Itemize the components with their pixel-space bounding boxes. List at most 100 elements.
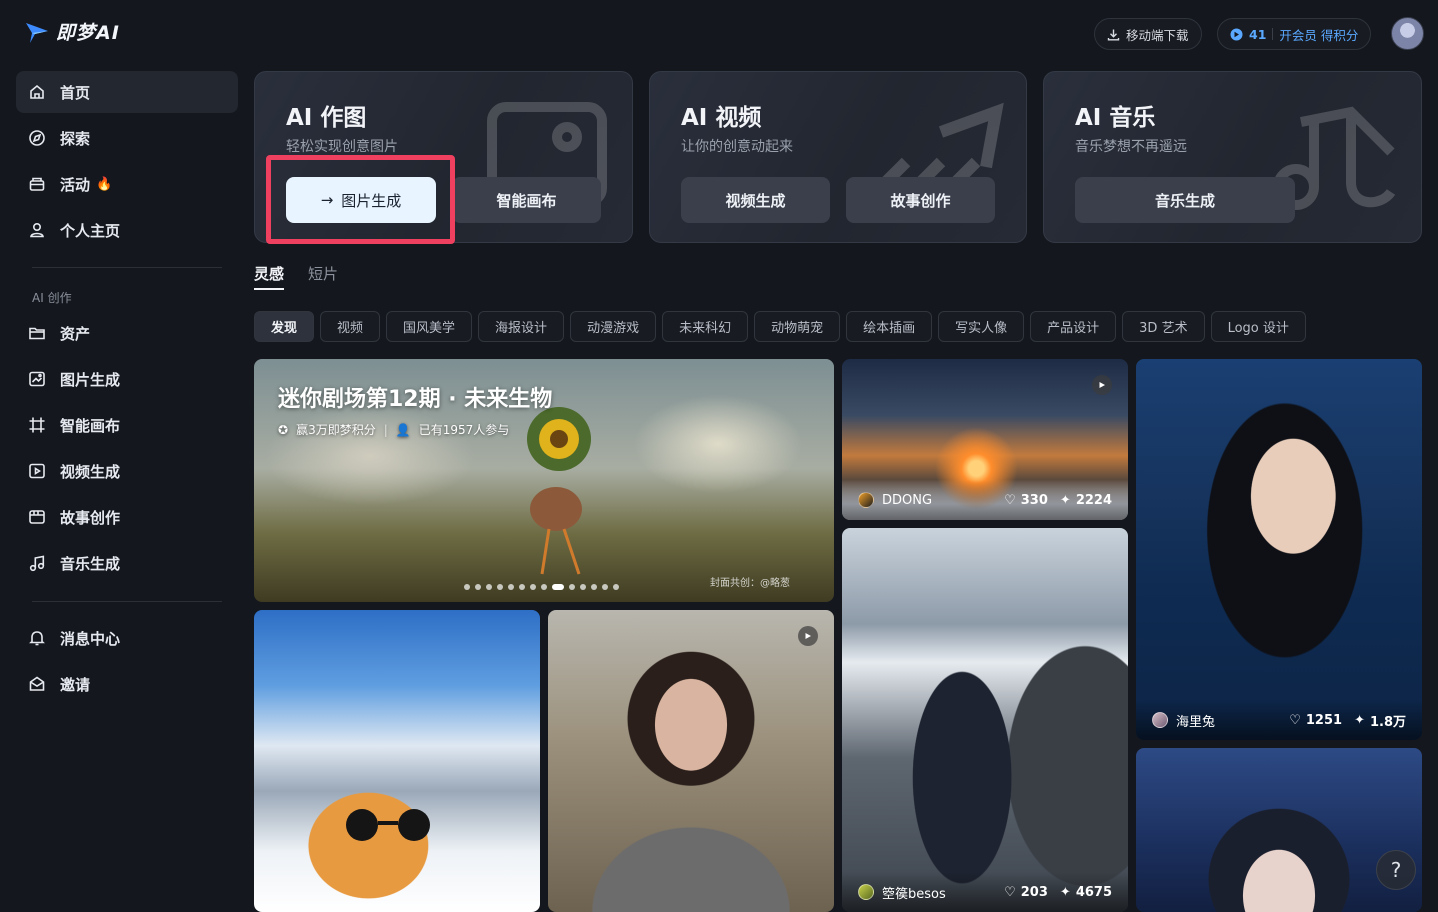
points-vip-button[interactable]: 41 开会员 得积分 bbox=[1217, 18, 1372, 50]
sidebar-item-messages[interactable]: 消息中心 bbox=[16, 617, 238, 659]
video-gen-icon bbox=[28, 462, 46, 480]
chip-poster[interactable]: 海报设计 bbox=[478, 311, 565, 342]
card-title: AI 作图 bbox=[286, 105, 367, 131]
arrow-right-icon: → bbox=[320, 191, 334, 209]
vip-label: 开会员 得积分 bbox=[1279, 27, 1359, 43]
gallery-item[interactable] bbox=[254, 610, 540, 912]
sidebar-item-label: 消息中心 bbox=[60, 629, 121, 648]
carousel-dot[interactable] bbox=[508, 584, 514, 590]
gallery-item[interactable]: DDONG ♡ 330 ✦ 2224 bbox=[842, 359, 1128, 520]
like-count: 1251 bbox=[1305, 712, 1343, 728]
sidebar-item-canvas[interactable]: 智能画布 bbox=[16, 404, 238, 446]
sidebar-item-invite[interactable]: 邀请 bbox=[16, 663, 238, 705]
carousel-dot[interactable] bbox=[541, 584, 547, 590]
sidebar-item-profile[interactable]: 个人主页 bbox=[16, 209, 238, 251]
carousel-dot[interactable] bbox=[552, 584, 564, 590]
sidebar-item-events[interactable]: 活动 🔥 bbox=[16, 163, 238, 205]
carousel-dot[interactable] bbox=[486, 584, 492, 590]
heart-icon: ♡ bbox=[1004, 492, 1016, 508]
tab-inspiration[interactable]: 灵感 bbox=[254, 263, 284, 284]
item-author[interactable]: DDONG bbox=[858, 492, 992, 508]
sidebar-divider bbox=[32, 601, 222, 602]
heart-icon: ♡ bbox=[1004, 884, 1016, 900]
meta-separator: | bbox=[383, 422, 388, 437]
banner-creature-art bbox=[527, 407, 591, 575]
sidebar-item-assets[interactable]: 资产 bbox=[16, 312, 238, 354]
carousel-dot[interactable] bbox=[569, 584, 575, 590]
chip-video[interactable]: 视频 bbox=[320, 311, 381, 342]
carousel-dot[interactable] bbox=[497, 584, 503, 590]
chip-anime-game[interactable]: 动漫游戏 bbox=[570, 311, 657, 342]
author-avatar bbox=[1152, 712, 1168, 728]
chip-logo-design[interactable]: Logo 设计 bbox=[1210, 311, 1306, 342]
tab-shorts[interactable]: 短片 bbox=[308, 263, 338, 284]
play-icon bbox=[1092, 375, 1112, 395]
carousel-dot[interactable] bbox=[519, 584, 525, 590]
sidebar-item-music[interactable]: 音乐生成 bbox=[16, 542, 238, 584]
category-chips: 发现 视频 国风美学 海报设计 动漫游戏 未来科幻 动物萌宠 绘本插画 写实人像… bbox=[254, 311, 1306, 342]
music-gen-button-label: 音乐生成 bbox=[1154, 191, 1215, 210]
sunglasses-art bbox=[346, 809, 430, 841]
carousel-dot[interactable] bbox=[580, 584, 586, 590]
carousel-dot[interactable] bbox=[591, 584, 597, 590]
image-gen-button[interactable]: → 图片生成 bbox=[286, 177, 436, 223]
sidebar-item-home[interactable]: 首页 bbox=[16, 71, 238, 113]
sidebar-item-label: 邀请 bbox=[60, 675, 91, 694]
chip-pets[interactable]: 动物萌宠 bbox=[754, 311, 841, 342]
gallery-item[interactable]: 海里兔 ♡ 1251 ✦ 1.8万 bbox=[1136, 359, 1422, 740]
chip-discover[interactable]: 发现 bbox=[254, 311, 315, 342]
gallery-item[interactable] bbox=[548, 610, 834, 912]
chip-realistic-portrait[interactable]: 写实人像 bbox=[938, 311, 1025, 342]
chip-3d-art[interactable]: 3D 艺术 bbox=[1122, 311, 1205, 342]
carousel-dot[interactable] bbox=[530, 584, 536, 590]
folder-icon bbox=[28, 324, 46, 342]
sidebar-item-label: 智能画布 bbox=[60, 416, 121, 435]
like-stat[interactable]: ♡ 1251 bbox=[1289, 713, 1342, 728]
video-gen-button[interactable]: 视频生成 bbox=[681, 177, 830, 223]
sidebar-item-story[interactable]: 故事创作 bbox=[16, 496, 238, 538]
sparkle-icon: ✦ bbox=[1059, 492, 1071, 508]
card-subtitle: 音乐梦想不再遥远 bbox=[1075, 139, 1187, 155]
sidebar-item-label: 视频生成 bbox=[60, 462, 121, 481]
points-count: 41 bbox=[1249, 26, 1267, 42]
bell-icon bbox=[28, 629, 46, 647]
card-title: AI 视频 bbox=[681, 105, 762, 131]
use-stat[interactable]: ✦ 2224 bbox=[1060, 493, 1112, 508]
carousel-dot[interactable] bbox=[613, 584, 619, 590]
chip-scifi[interactable]: 未来科幻 bbox=[662, 311, 749, 342]
help-button[interactable]: ? bbox=[1376, 850, 1416, 890]
use-stat[interactable]: ✦ 1.8万 bbox=[1354, 711, 1406, 730]
music-gen-button[interactable]: 音乐生成 bbox=[1075, 177, 1295, 223]
sidebar: 即梦AI 首页 探索 活动 🔥 个人主页 AI 创作 资产 图片生成 智能画布 … bbox=[0, 0, 250, 912]
mobile-download-button[interactable]: 移动端下载 bbox=[1094, 18, 1202, 50]
smart-canvas-button[interactable]: 智能画布 bbox=[452, 177, 601, 223]
story-create-button[interactable]: 故事创作 bbox=[846, 177, 995, 223]
event-banner[interactable]: 迷你剧场第12期 · 未来生物 ✪ 赢3万即梦积分 | 👤 已有1957人参与 … bbox=[254, 359, 834, 602]
use-stat[interactable]: ✦ 4675 bbox=[1060, 885, 1112, 900]
item-footer: 海里兔 ♡ 1251 ✦ 1.8万 bbox=[1136, 700, 1422, 740]
card-title: AI 音乐 bbox=[1075, 105, 1156, 131]
app-logo[interactable]: 即梦AI bbox=[24, 18, 120, 45]
item-author[interactable]: 海里兔 bbox=[1152, 711, 1277, 730]
sidebar-item-label: 图片生成 bbox=[60, 370, 121, 389]
like-stat[interactable]: ♡ 330 bbox=[1004, 493, 1048, 508]
card-ai-video: AI 视频 让你的创意动起来 视频生成 故事创作 bbox=[649, 71, 1027, 243]
gallery-item[interactable] bbox=[1136, 748, 1422, 912]
video-gen-button-label: 视频生成 bbox=[725, 191, 786, 210]
sidebar-item-explore[interactable]: 探索 bbox=[16, 117, 238, 159]
chip-guofeng[interactable]: 国风美学 bbox=[386, 311, 473, 342]
sparkle-icon: ✦ bbox=[1354, 712, 1365, 728]
chip-product-design[interactable]: 产品设计 bbox=[1030, 311, 1117, 342]
sidebar-item-image-gen[interactable]: 图片生成 bbox=[16, 358, 238, 400]
item-author[interactable]: 箜篌besos bbox=[858, 883, 992, 902]
item-footer: 箜篌besos ♡ 203 ✦ 4675 bbox=[842, 872, 1128, 912]
carousel-dot[interactable] bbox=[602, 584, 608, 590]
sidebar-item-video-gen[interactable]: 视频生成 bbox=[16, 450, 238, 492]
author-avatar bbox=[858, 492, 874, 508]
like-stat[interactable]: ♡ 203 bbox=[1004, 885, 1048, 900]
chip-picture-book[interactable]: 绘本插画 bbox=[846, 311, 933, 342]
gallery-item[interactable]: 箜篌besos ♡ 203 ✦ 4675 bbox=[842, 528, 1128, 912]
user-avatar[interactable] bbox=[1391, 17, 1424, 50]
carousel-dot[interactable] bbox=[464, 584, 470, 590]
carousel-dot[interactable] bbox=[475, 584, 481, 590]
